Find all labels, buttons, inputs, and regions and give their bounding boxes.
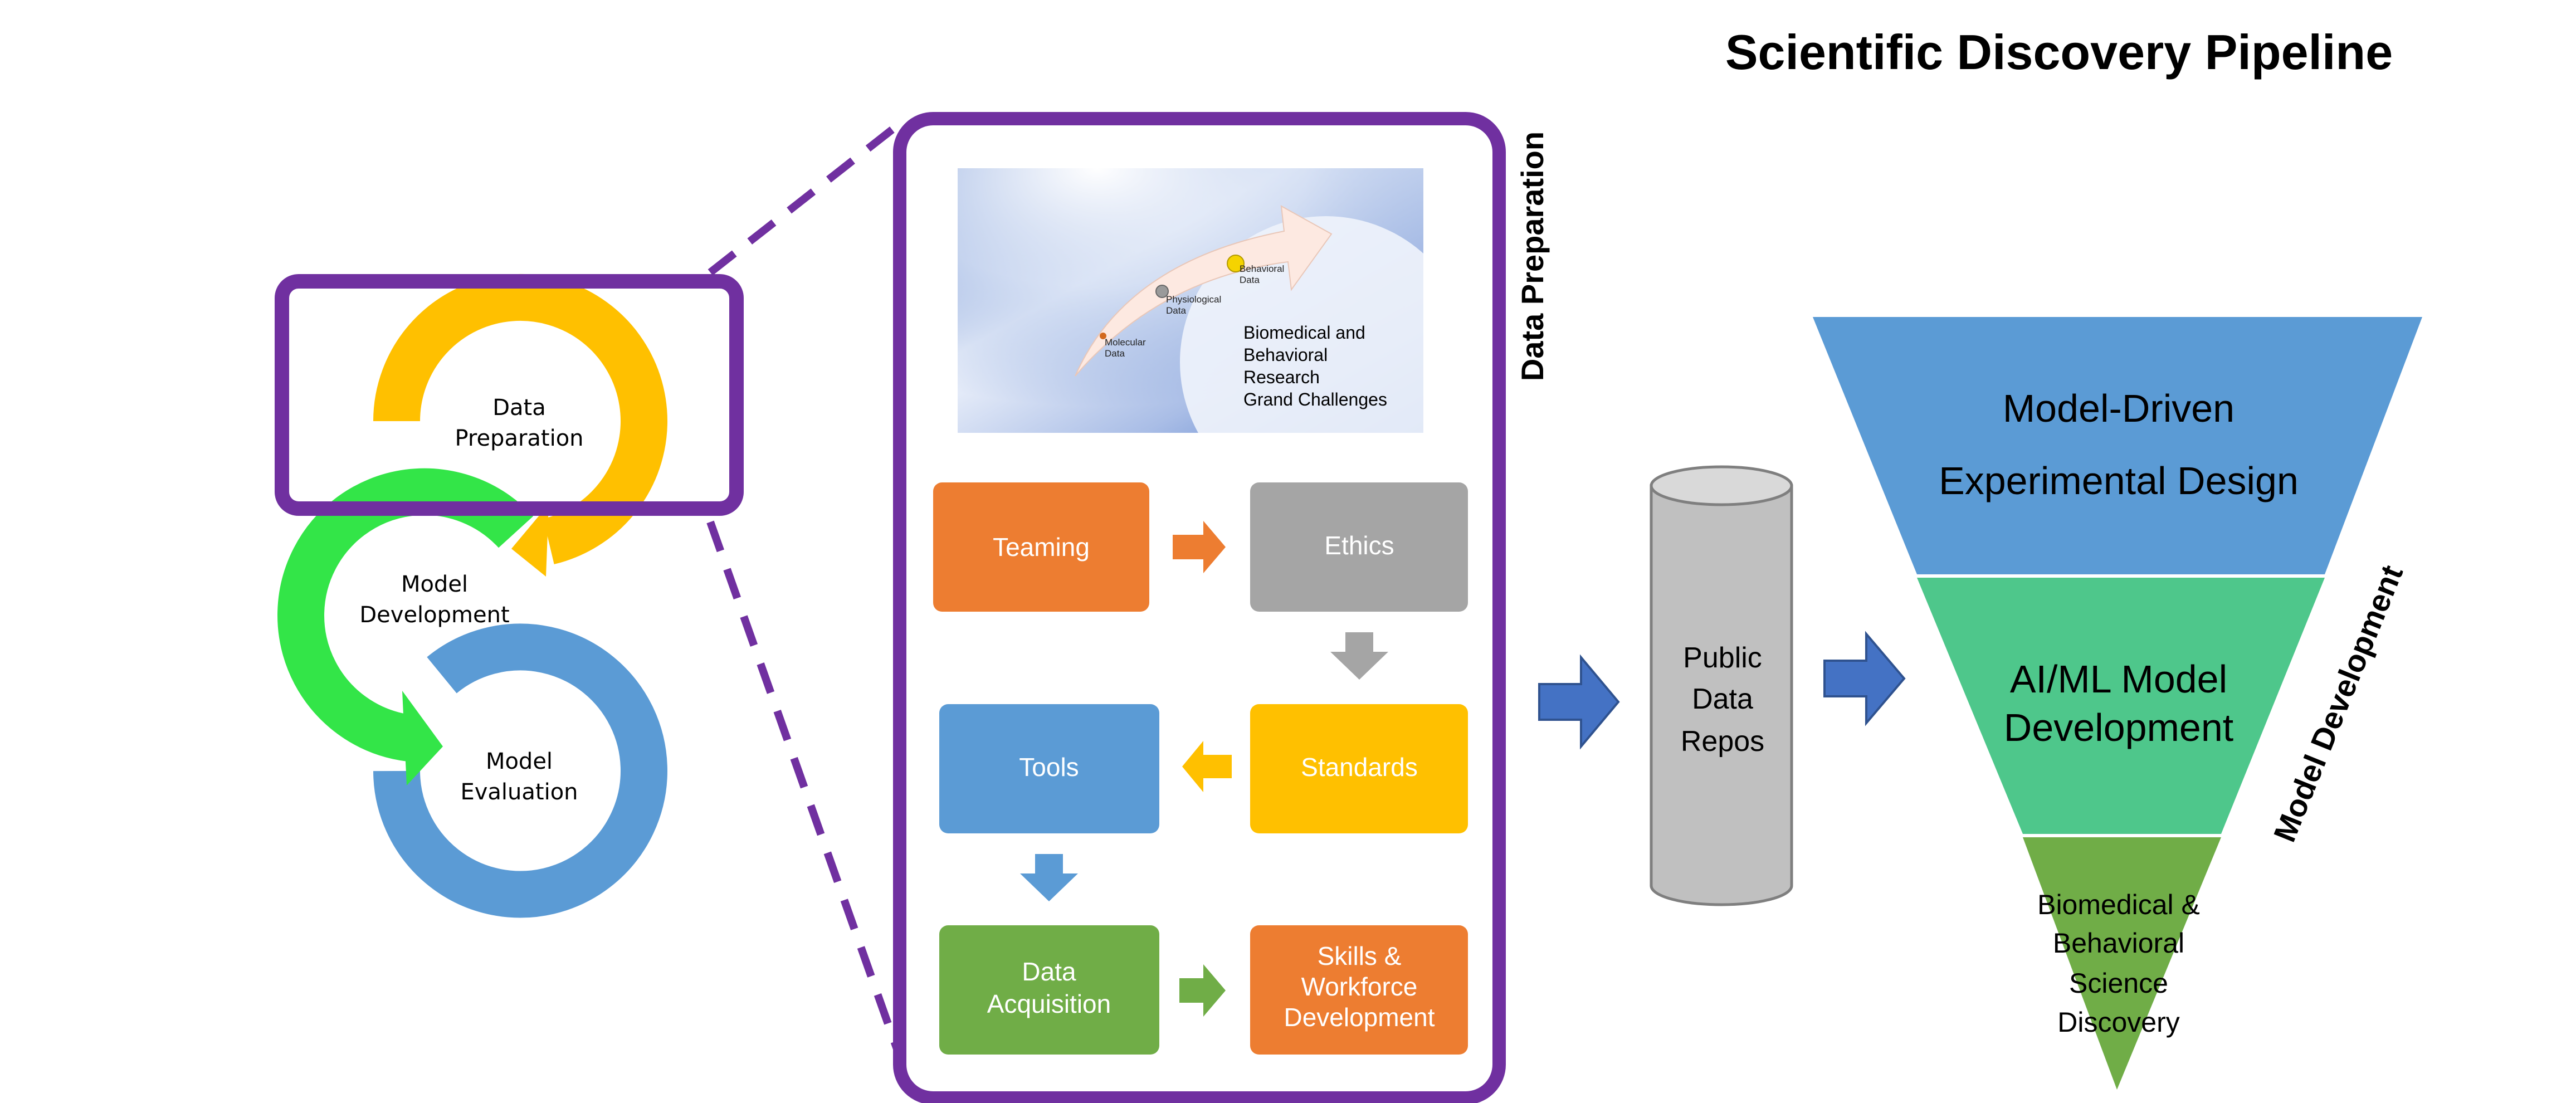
flow-arrow-to-funnel <box>1823 631 1906 726</box>
ring-label-data-preparation-2: Preparation <box>455 426 583 451</box>
step-skills-label-1: Skills & <box>1318 941 1402 970</box>
public-data-repos-cylinder: Public Data Repos <box>1650 465 1793 906</box>
image-caption-1: Biomedical and <box>1243 323 1365 343</box>
image-caption-4: Grand Challenges <box>1243 389 1387 409</box>
cycle-diagram: Data Preparation Model Development Model… <box>275 274 744 918</box>
image-caption-3: Research <box>1243 367 1320 387</box>
step-teaming-label: Teaming <box>993 533 1090 562</box>
image-caption-2: Behavioral <box>1243 345 1328 365</box>
funnel-label-3b: Behavioral <box>2053 928 2184 959</box>
ring-label-model-development-2: Development <box>359 602 509 628</box>
model-development-funnel: Model-Driven Experimental Design AI/ML M… <box>1813 317 2422 1090</box>
zoom-line-bottom <box>706 520 904 1058</box>
data-preparation-panel: Data Preparation Molecular Data Physiolo… <box>893 112 1550 1103</box>
step-skills-label-3: Development <box>1284 1003 1435 1032</box>
flow-arrow-to-repos <box>1538 654 1620 750</box>
step-data-acquisition-label-2: Acquisition <box>987 989 1111 1018</box>
stage-molecular-1: Molecular <box>1105 337 1146 348</box>
stage-physiological-1: Physiological <box>1166 294 1221 305</box>
stage-molecular-2: Data <box>1105 348 1125 359</box>
stage-physiological-2: Data <box>1166 305 1186 316</box>
repos-label-3: Repos <box>1681 725 1764 758</box>
ring-label-data-preparation-1: Data <box>492 395 546 421</box>
stage-behavioral-1: Behavioral <box>1240 263 1284 274</box>
funnel-label-2b: Development <box>2004 706 2233 749</box>
funnel-label-3a: Biomedical & <box>2037 889 2200 920</box>
funnel-label-2a: AI/ML Model <box>2010 657 2227 701</box>
repos-label-2: Data <box>1692 683 1753 715</box>
ring-label-model-development-1: Model <box>401 572 468 597</box>
pipeline-diagram: Scientific Discovery Pipeline Data Prepa… <box>275 25 2422 1103</box>
funnel-level-experimental-design <box>1813 317 2422 574</box>
ring-label-model-evaluation-2: Evaluation <box>460 779 578 805</box>
funnel-label-1a: Model-Driven <box>2003 387 2235 430</box>
step-data-acquisition-label-1: Data <box>1022 957 1076 986</box>
zoom-line-top <box>708 120 902 276</box>
stage-behavioral-2: Data <box>1240 275 1260 285</box>
funnel-label-3d: Discovery <box>2057 1007 2179 1038</box>
repos-label-1: Public <box>1683 642 1762 674</box>
ring-label-model-evaluation-1: Model <box>486 749 553 774</box>
step-standards-label: Standards <box>1301 753 1418 782</box>
step-ethics-label: Ethics <box>1324 531 1394 560</box>
funnel-label-1b: Experimental Design <box>1939 459 2299 502</box>
step-tools-label: Tools <box>1019 753 1079 782</box>
step-skills-label-2: Workforce <box>1301 972 1418 1001</box>
diagram-title: Scientific Discovery Pipeline <box>1725 25 2393 80</box>
panel-side-label: Data Preparation <box>1515 131 1550 381</box>
funnel-level-discovery <box>2023 837 2221 1090</box>
funnel-label-3c: Science <box>2069 968 2168 999</box>
